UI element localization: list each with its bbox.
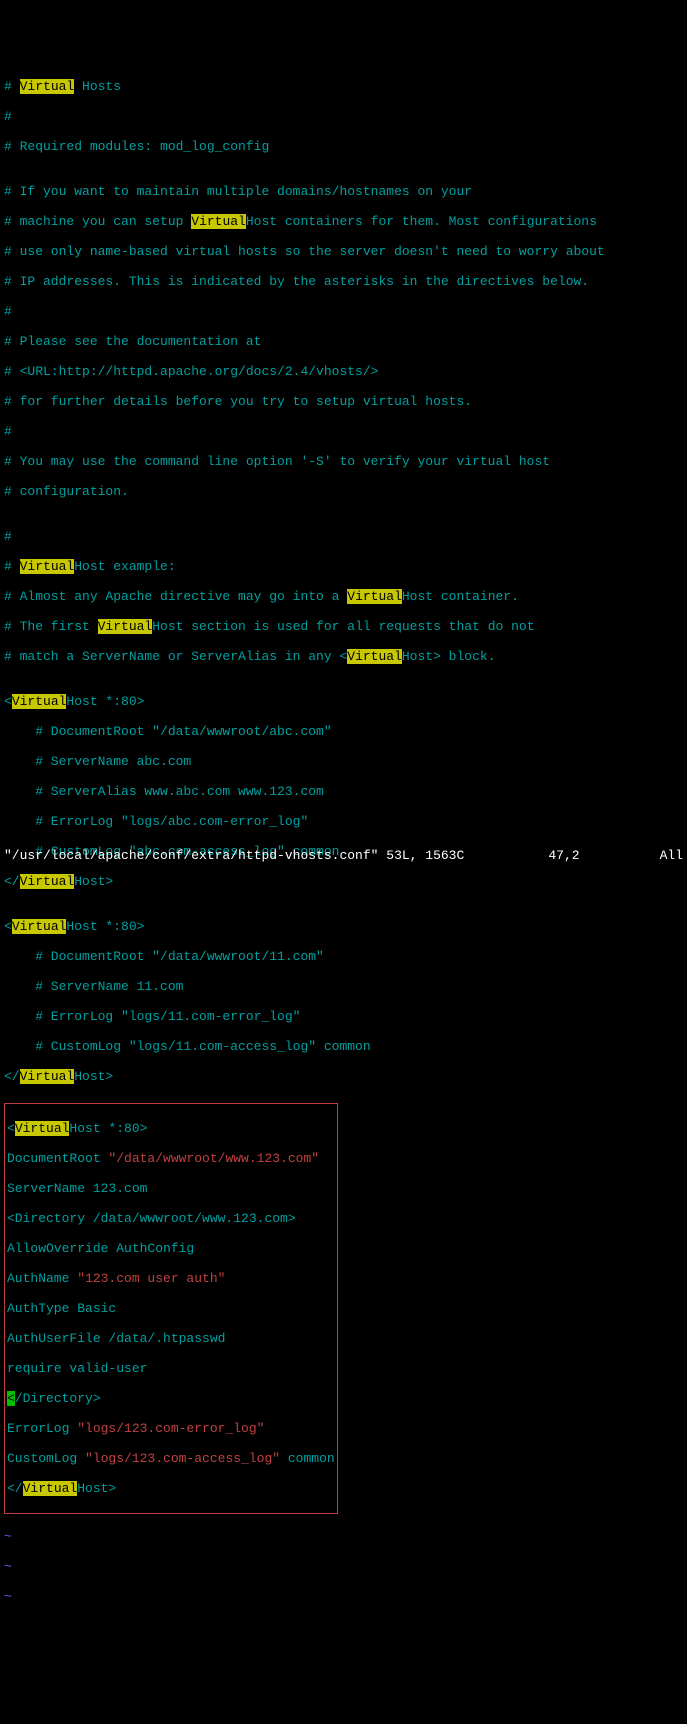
- comment-line: # The first VirtualHost section is used …: [4, 619, 683, 634]
- comment-line: # ServerAlias www.abc.com www.123.com: [4, 784, 683, 799]
- search-highlight: Virtual: [347, 649, 402, 664]
- status-filepath: "/usr/local/apache/conf/extra/httpd-vhos…: [4, 848, 464, 863]
- comment-line: #: [4, 529, 683, 544]
- comment-line: # Please see the documentation at: [4, 334, 683, 349]
- status-scroll-indicator: All: [660, 848, 683, 863]
- editor-content[interactable]: # Virtual Hosts # # Required modules: mo…: [4, 64, 683, 1619]
- config-line: <VirtualHost *:80>: [4, 919, 683, 934]
- search-highlight: Virtual: [12, 919, 67, 934]
- search-highlight: Virtual: [15, 1121, 70, 1136]
- search-highlight: Virtual: [20, 874, 75, 889]
- comment-line: # Virtual Hosts: [4, 79, 683, 94]
- comment-line: # DocumentRoot "/data/wwwroot/abc.com": [4, 724, 683, 739]
- comment-line: #: [4, 304, 683, 319]
- comment-line: # Required modules: mod_log_config: [4, 139, 683, 154]
- comment-line: # configuration.: [4, 484, 683, 499]
- search-highlight: Virtual: [20, 79, 75, 94]
- vim-tilde-line: ~: [4, 1589, 683, 1604]
- string-literal: "logs/123.com-error_log": [77, 1421, 264, 1436]
- config-line: DocumentRoot "/data/wwwroot/www.123.com": [7, 1151, 335, 1166]
- comment-line: # <URL:http://httpd.apache.org/docs/2.4/…: [4, 364, 683, 379]
- config-line: ServerName 123.com: [7, 1181, 335, 1196]
- config-line: AuthUserFile /data/.htpasswd: [7, 1331, 335, 1346]
- comment-line: # Almost any Apache directive may go int…: [4, 589, 683, 604]
- comment-line: # ServerName abc.com: [4, 754, 683, 769]
- search-highlight: Virtual: [12, 694, 67, 709]
- comment-line: # machine you can setup VirtualHost cont…: [4, 214, 683, 229]
- config-line: ErrorLog "logs/123.com-error_log": [7, 1421, 335, 1436]
- comment-line: # ErrorLog "logs/11.com-error_log": [4, 1009, 683, 1024]
- comment-line: # for further details before you try to …: [4, 394, 683, 409]
- search-highlight: Virtual: [98, 619, 153, 634]
- string-literal: "/data/wwwroot/www.123.com": [108, 1151, 319, 1166]
- search-highlight: Virtual: [20, 559, 75, 574]
- config-line: AuthType Basic: [7, 1301, 335, 1316]
- config-line: <VirtualHost *:80>: [7, 1121, 335, 1136]
- comment-line: # match a ServerName or ServerAlias in a…: [4, 649, 683, 664]
- config-line: </Directory>: [7, 1391, 335, 1406]
- highlighted-vhost-block: <VirtualHost *:80> DocumentRoot "/data/w…: [4, 1103, 338, 1514]
- cursor: <: [7, 1391, 15, 1406]
- config-line: AuthName "123.com user auth": [7, 1271, 335, 1286]
- config-line: require valid-user: [7, 1361, 335, 1376]
- comment-line: # You may use the command line option '-…: [4, 454, 683, 469]
- string-literal: "123.com user auth": [77, 1271, 225, 1286]
- comment-line: #: [4, 424, 683, 439]
- search-highlight: Virtual: [191, 214, 246, 229]
- vim-status-bar: "/usr/local/apache/conf/extra/httpd-vhos…: [4, 848, 683, 863]
- comment-line: # CustomLog "logs/11.com-access_log" com…: [4, 1039, 683, 1054]
- config-line: </VirtualHost>: [7, 1481, 335, 1496]
- config-line: </VirtualHost>: [4, 1069, 683, 1084]
- config-line: CustomLog "logs/123.com-access_log" comm…: [7, 1451, 335, 1466]
- vim-tilde-line: ~: [4, 1559, 683, 1574]
- config-line: AllowOverride AuthConfig: [7, 1241, 335, 1256]
- status-cursor-position: 47,2: [548, 848, 579, 863]
- comment-line: #: [4, 109, 683, 124]
- config-line: <Directory /data/wwwroot/www.123.com>: [7, 1211, 335, 1226]
- comment-line: # IP addresses. This is indicated by the…: [4, 274, 683, 289]
- comment-line: # If you want to maintain multiple domai…: [4, 184, 683, 199]
- comment-line: # ServerName 11.com: [4, 979, 683, 994]
- config-line: </VirtualHost>: [4, 874, 683, 889]
- vim-tilde-line: ~: [4, 1529, 683, 1544]
- string-literal: "logs/123.com-access_log": [85, 1451, 280, 1466]
- comment-line: # ErrorLog "logs/abc.com-error_log": [4, 814, 683, 829]
- comment-line: # DocumentRoot "/data/wwwroot/11.com": [4, 949, 683, 964]
- search-highlight: Virtual: [23, 1481, 78, 1496]
- search-highlight: Virtual: [20, 1069, 75, 1084]
- config-line: <VirtualHost *:80>: [4, 694, 683, 709]
- comment-line: # VirtualHost example:: [4, 559, 683, 574]
- comment-line: # use only name-based virtual hosts so t…: [4, 244, 683, 259]
- search-highlight: Virtual: [347, 589, 402, 604]
